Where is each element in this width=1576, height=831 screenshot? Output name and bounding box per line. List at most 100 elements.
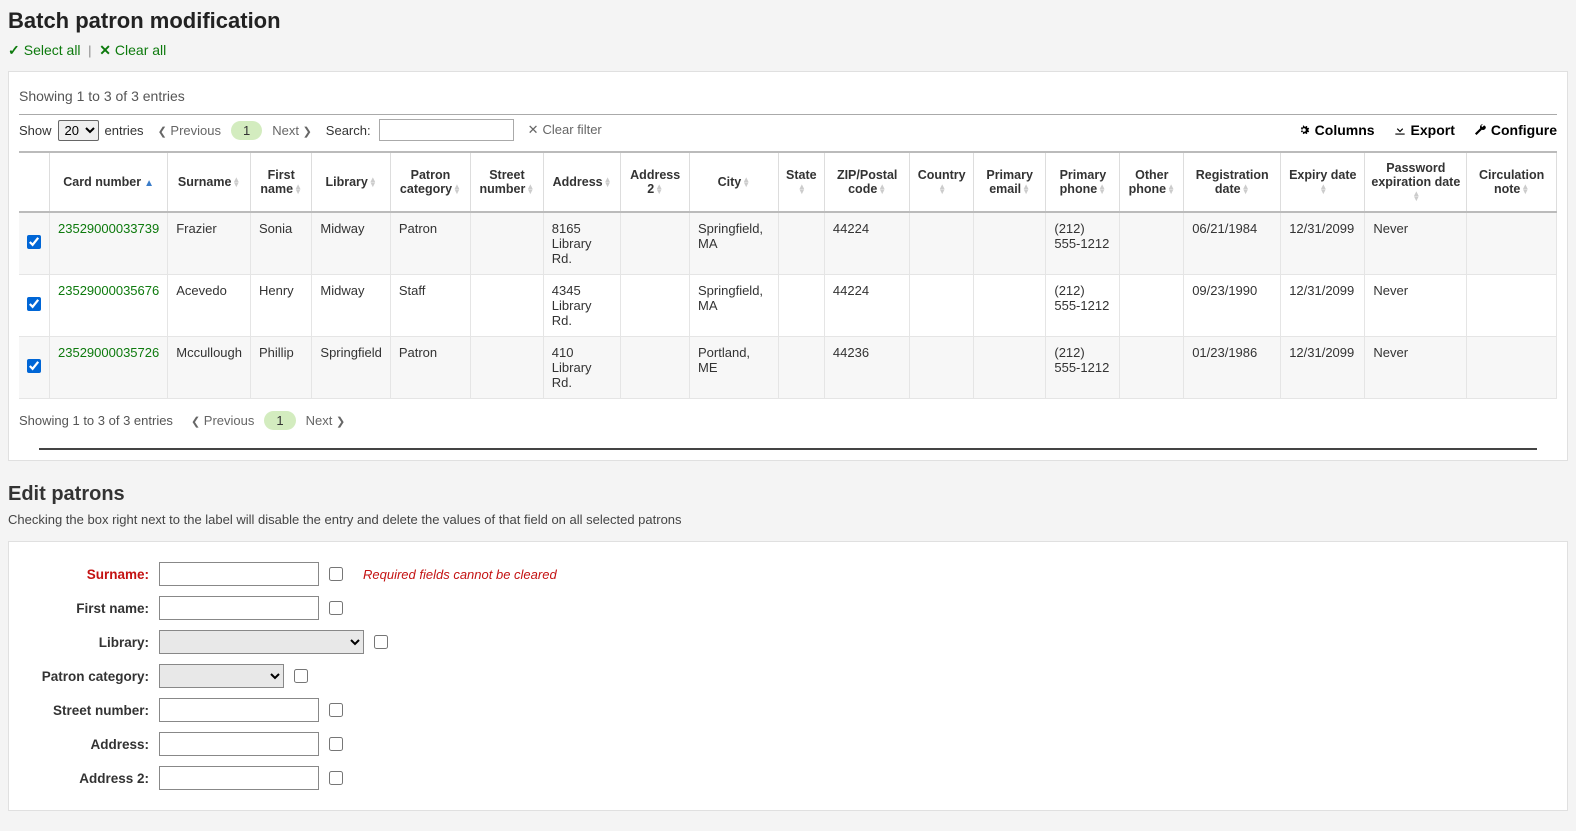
columns-button[interactable]: Columns	[1297, 122, 1375, 138]
header-first-name[interactable]: First name▲▼	[251, 152, 312, 212]
cell-zip: 44236	[824, 337, 910, 399]
header-registration-date[interactable]: Registration date▲▼	[1184, 152, 1281, 212]
previous-button[interactable]: ❮ Previous	[158, 123, 221, 138]
sort-icon: ▲▼	[938, 185, 946, 195]
cell-first-name: Sonia	[251, 212, 312, 275]
row-checkbox[interactable]	[27, 297, 41, 311]
card-number-link[interactable]: 23529000035676	[58, 283, 159, 298]
header-password-expiration[interactable]: Password expiration date▲▼	[1365, 152, 1467, 212]
cell-expiry-date: 12/31/2099	[1281, 212, 1365, 275]
cell-address: 8165 Library Rd.	[543, 212, 621, 275]
header-zip[interactable]: ZIP/Postal code▲▼	[824, 152, 910, 212]
cell-zip: 44224	[824, 212, 910, 275]
next-button[interactable]: Next ❯	[272, 123, 312, 138]
card-number-link[interactable]: 23529000033739	[58, 221, 159, 236]
cell-password-expiration: Never	[1365, 212, 1467, 275]
header-other-phone[interactable]: Other phone▲▼	[1120, 152, 1184, 212]
library-select[interactable]	[159, 630, 364, 654]
table-toolbar: Show 20 entries ❮ Previous 1 Next ❯ Sear…	[19, 114, 1557, 145]
street-number-disable-checkbox[interactable]	[329, 703, 343, 717]
clear-all-link[interactable]: ✕Clear all	[99, 42, 166, 58]
check-icon: ✓	[8, 42, 20, 58]
header-country[interactable]: Country▲▼	[910, 152, 974, 212]
edit-panel: Edit patrons Checking the box right next…	[8, 473, 1568, 811]
patron-category-disable-checkbox[interactable]	[294, 669, 308, 683]
header-primary-email[interactable]: Primary email▲▼	[973, 152, 1045, 212]
cell-surname: Mccullough	[168, 337, 251, 399]
patron-category-select[interactable]	[159, 664, 284, 688]
show-entries-select[interactable]: 20	[58, 120, 99, 141]
cell-primary-email	[973, 337, 1045, 399]
cell-primary-phone: (212) 555-1212	[1046, 337, 1120, 399]
sort-icon: ▲▼	[526, 185, 534, 195]
row-checkbox[interactable]	[27, 235, 41, 249]
first-name-disable-checkbox[interactable]	[329, 601, 343, 615]
table-row: 23529000035726McculloughPhillipSpringfie…	[19, 337, 1557, 399]
cell-library: Springfield	[312, 337, 390, 399]
gear-icon	[1297, 123, 1311, 137]
surname-input[interactable]	[159, 562, 319, 586]
export-button[interactable]: Export	[1393, 122, 1455, 138]
cell-city: Springfield, MA	[690, 275, 779, 337]
previous-button-bottom[interactable]: ❮ Previous	[191, 413, 254, 428]
cell-address-2	[621, 337, 690, 399]
cell-primary-email	[973, 275, 1045, 337]
pager-current-page: 1	[231, 121, 262, 140]
x-icon: ✕	[528, 122, 539, 137]
header-patron-category[interactable]: Patron category▲▼	[390, 152, 470, 212]
street-number-input[interactable]	[159, 698, 319, 722]
sort-icon: ▲▼	[1167, 185, 1175, 195]
edit-description: Checking the box right next to the label…	[8, 512, 1568, 527]
clear-all-label: Clear all	[115, 42, 166, 58]
card-number-link[interactable]: 23529000035726	[58, 345, 159, 360]
sort-icon: ▲▼	[453, 185, 461, 195]
sort-icon: ▲▼	[1022, 185, 1030, 195]
table-panel: Showing 1 to 3 of 3 entries Show 20 entr…	[8, 71, 1568, 461]
select-all-link[interactable]: ✓Select all	[8, 42, 81, 58]
header-circulation-note[interactable]: Circulation note▲▼	[1467, 152, 1557, 212]
clear-filter-button[interactable]: ✕Clear filter	[528, 122, 602, 138]
cell-zip: 44224	[824, 275, 910, 337]
header-expiry-date[interactable]: Expiry date▲▼	[1281, 152, 1365, 212]
header-address-2[interactable]: Address 2▲▼	[621, 152, 690, 212]
pager-top: ❮ Previous 1 Next ❯	[158, 121, 312, 140]
header-card-number[interactable]: Card number▲	[50, 152, 168, 212]
address-disable-checkbox[interactable]	[329, 737, 343, 751]
cell-other-phone	[1120, 212, 1184, 275]
selection-controls: ✓Select all | ✕Clear all	[8, 42, 1568, 59]
sort-icon: ▲▼	[232, 178, 240, 188]
header-address[interactable]: Address▲▼	[543, 152, 621, 212]
row-checkbox[interactable]	[27, 359, 41, 373]
cell-other-phone	[1120, 275, 1184, 337]
header-state[interactable]: State▲▼	[778, 152, 824, 212]
table-footer: Showing 1 to 3 of 3 entries ❮ Previous 1…	[19, 411, 1557, 430]
cell-password-expiration: Never	[1365, 275, 1467, 337]
cell-state	[778, 212, 824, 275]
sort-icon: ▲▼	[1098, 185, 1106, 195]
header-surname[interactable]: Surname▲▼	[168, 152, 251, 212]
download-icon	[1393, 123, 1407, 137]
library-disable-checkbox[interactable]	[374, 635, 388, 649]
cell-address: 410 Library Rd.	[543, 337, 621, 399]
next-button-bottom[interactable]: Next ❯	[306, 413, 346, 428]
address-2-input[interactable]	[159, 766, 319, 790]
header-library[interactable]: Library▲▼	[312, 152, 390, 212]
configure-button[interactable]: Configure	[1473, 122, 1557, 138]
surname-disable-checkbox[interactable]	[329, 567, 343, 581]
search-input[interactable]	[379, 119, 514, 141]
header-street-number[interactable]: Street number▲▼	[471, 152, 544, 212]
cell-address-2	[621, 212, 690, 275]
cell-street-number	[471, 337, 544, 399]
entries-summary-top: Showing 1 to 3 of 3 entries	[19, 88, 1557, 104]
show-label-suffix: entries	[105, 123, 144, 138]
cell-city: Springfield, MA	[690, 212, 779, 275]
address-input[interactable]	[159, 732, 319, 756]
edit-title: Edit patrons	[8, 483, 1568, 506]
first-name-input[interactable]	[159, 596, 319, 620]
header-city[interactable]: City▲▼	[690, 152, 779, 212]
sort-icon: ▲▼	[655, 185, 663, 195]
cell-patron-category: Staff	[390, 275, 470, 337]
header-primary-phone[interactable]: Primary phone▲▼	[1046, 152, 1120, 212]
address-2-disable-checkbox[interactable]	[329, 771, 343, 785]
cell-city: Portland, ME	[690, 337, 779, 399]
